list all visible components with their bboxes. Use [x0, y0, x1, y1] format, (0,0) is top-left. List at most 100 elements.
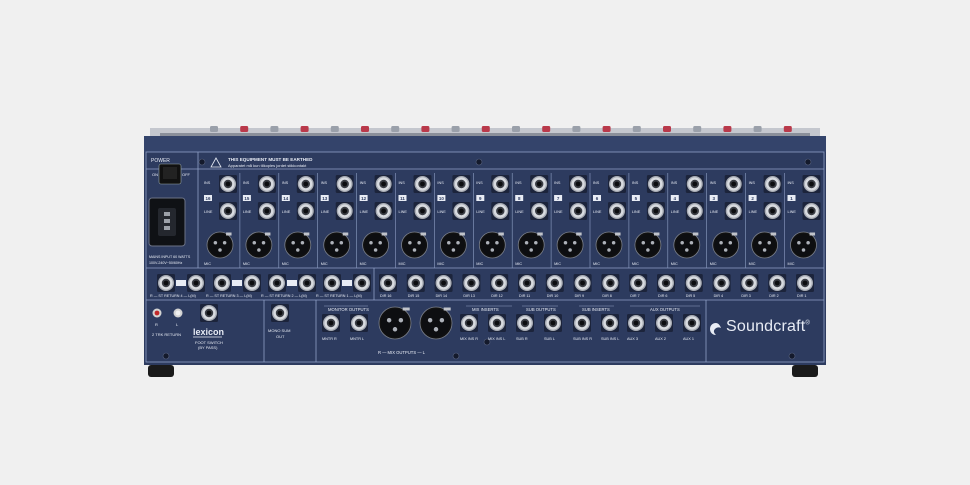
direct-out-jack[interactable] — [545, 274, 564, 292]
mic-xlr-input[interactable] — [517, 231, 545, 259]
monitor-output-jack[interactable] — [322, 314, 340, 332]
mic-xlr-input[interactable] — [556, 231, 584, 259]
line-input-jack[interactable] — [296, 202, 315, 220]
ins-label: INS — [399, 181, 406, 185]
line-input-jack[interactable] — [335, 202, 354, 220]
direct-out-jack[interactable] — [768, 274, 787, 292]
line-input-jack[interactable] — [491, 202, 510, 220]
return-jack-l[interactable] — [298, 274, 316, 292]
insert-jack[interactable] — [219, 175, 237, 193]
direct-out-jack[interactable] — [601, 274, 620, 292]
mic-xlr-input[interactable] — [634, 231, 662, 259]
direct-out-jack[interactable] — [740, 274, 759, 292]
mic-xlr-input[interactable] — [245, 231, 273, 259]
ins-label: INS — [632, 181, 639, 185]
insert-jack[interactable] — [608, 175, 626, 193]
return-jack-r[interactable] — [157, 274, 175, 292]
mic-xlr-input[interactable] — [323, 231, 351, 259]
sub-insert-jack[interactable] — [601, 314, 619, 332]
insert-jack[interactable] — [257, 175, 276, 193]
insert-jack[interactable] — [530, 175, 549, 193]
insert-jack[interactable] — [296, 175, 315, 193]
sub-insert-jack[interactable] — [573, 314, 591, 332]
insert-jack[interactable] — [685, 175, 704, 193]
insert-jack[interactable] — [491, 175, 510, 193]
return-jack-r[interactable] — [213, 274, 231, 292]
line-input-jack[interactable] — [685, 202, 704, 220]
direct-out-jack[interactable] — [629, 274, 648, 292]
aux-output-jack[interactable] — [627, 314, 645, 332]
mic-xlr-input[interactable] — [401, 231, 428, 259]
direct-out-jack[interactable] — [462, 274, 481, 292]
direct-out-jack[interactable] — [490, 274, 509, 292]
mix-insert-jack[interactable] — [488, 314, 506, 332]
line-input-jack[interactable] — [569, 202, 588, 220]
mic-xlr-input[interactable] — [362, 231, 390, 259]
insert-jack[interactable] — [569, 175, 588, 193]
mic-xlr-input[interactable] — [206, 231, 234, 259]
mic-xlr-input[interactable] — [790, 231, 817, 259]
mic-xlr-input[interactable] — [595, 231, 623, 259]
return-jack-l[interactable] — [187, 274, 205, 292]
line-input-jack[interactable] — [802, 202, 821, 220]
line-label: LINE — [243, 210, 252, 214]
mic-xlr-input[interactable] — [712, 231, 740, 259]
mic-xlr-input[interactable] — [673, 231, 701, 259]
sub-output-jack[interactable] — [516, 314, 534, 332]
mix-insert-jack[interactable] — [460, 314, 478, 332]
mic-xlr-input[interactable] — [439, 231, 467, 259]
mix-output-xlr-r[interactable] — [378, 306, 412, 340]
direct-out-jack[interactable] — [796, 274, 814, 292]
return-jack-l[interactable] — [243, 274, 261, 292]
insert-jack[interactable] — [763, 175, 782, 193]
return-jack-l[interactable] — [353, 274, 371, 292]
line-input-jack[interactable] — [724, 202, 743, 220]
stereo-return-label: R — ST RETURN 1 — L(M) — [316, 294, 362, 298]
sub-insert-label: SUB INS L — [601, 337, 619, 341]
mix-output-xlr-l[interactable] — [419, 306, 453, 340]
direct-out-jack[interactable] — [406, 274, 425, 292]
aux-output-jack[interactable] — [683, 314, 701, 332]
direct-out-label: DIR 8 — [602, 294, 611, 298]
direct-out-jack[interactable] — [684, 274, 703, 292]
insert-jack[interactable] — [374, 175, 393, 193]
insert-jack[interactable] — [802, 175, 821, 193]
line-input-jack[interactable] — [646, 202, 665, 220]
line-input-jack[interactable] — [219, 202, 237, 220]
insert-jack[interactable] — [335, 175, 354, 193]
line-label: LINE — [282, 210, 291, 214]
channel-number: 10 — [439, 196, 445, 201]
line-input-jack[interactable] — [257, 202, 276, 220]
insert-jack[interactable] — [724, 175, 743, 193]
insert-jack[interactable] — [646, 175, 665, 193]
direct-out-jack[interactable] — [379, 274, 397, 292]
footswitch-jack[interactable] — [200, 304, 218, 322]
line-input-jack[interactable] — [374, 202, 393, 220]
line-label: LINE — [399, 210, 408, 214]
line-input-jack[interactable] — [452, 202, 471, 220]
mono-sum-jack[interactable] — [271, 304, 289, 322]
return-jack-r[interactable] — [268, 274, 286, 292]
line-input-jack[interactable] — [763, 202, 782, 220]
line-input-jack[interactable] — [530, 202, 549, 220]
direct-out-jack[interactable] — [657, 274, 675, 292]
direct-out-jack[interactable] — [518, 274, 536, 292]
line-input-jack[interactable] — [413, 202, 432, 220]
sub-output-jack[interactable] — [544, 314, 562, 332]
monitor-output-jack[interactable] — [350, 314, 368, 332]
return-jack-r[interactable] — [323, 274, 341, 292]
direct-out-label: DIR 16 — [380, 294, 391, 298]
line-input-jack[interactable] — [608, 202, 626, 220]
direct-out-jack[interactable] — [573, 274, 592, 292]
soundcraft-logo: Soundcraft® — [726, 318, 810, 336]
mic-xlr-input[interactable] — [284, 231, 312, 259]
insert-jack[interactable] — [413, 175, 432, 193]
knob-top — [542, 126, 551, 132]
direct-out-jack[interactable] — [712, 274, 731, 292]
direct-out-jack[interactable] — [434, 274, 453, 292]
insert-jack[interactable] — [452, 175, 471, 193]
ins-label: INS — [554, 181, 561, 185]
aux-output-jack[interactable] — [655, 314, 673, 332]
mic-xlr-input[interactable] — [751, 231, 778, 259]
mic-xlr-input[interactable] — [478, 231, 506, 259]
